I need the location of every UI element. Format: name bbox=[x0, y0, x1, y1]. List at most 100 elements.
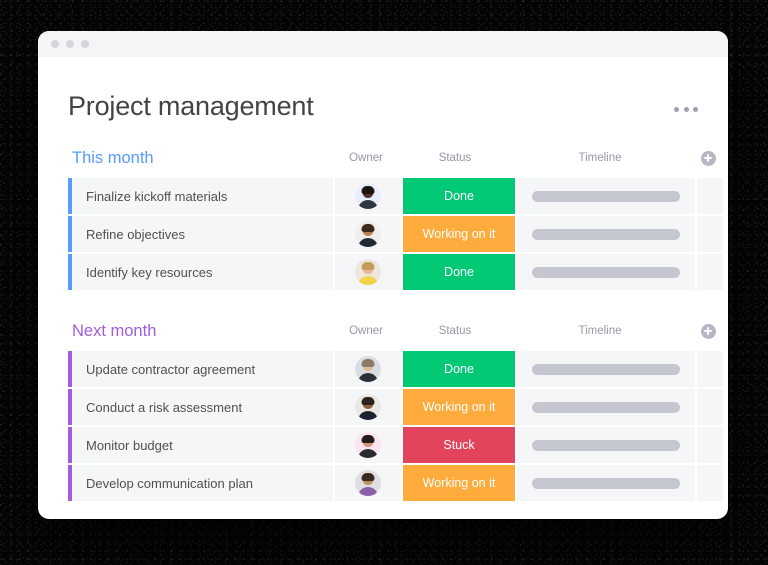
task-name-label: Refine objectives bbox=[86, 226, 185, 242]
task-name-cell[interactable]: Update contractor agreement bbox=[68, 351, 333, 387]
status-badge[interactable]: Working on it bbox=[403, 389, 515, 425]
avatar-hair bbox=[361, 185, 375, 194]
maximize-window-icon[interactable] bbox=[81, 40, 89, 48]
ellipsis-dot bbox=[693, 107, 698, 112]
table-row: Update contractor agreement Done bbox=[68, 351, 723, 387]
ellipsis-dot bbox=[674, 107, 679, 112]
plus-circle-icon[interactable] bbox=[700, 323, 716, 339]
extra-cell bbox=[697, 254, 723, 290]
table-row: Refine objectives Working on it bbox=[68, 216, 723, 252]
avatar-body bbox=[358, 276, 378, 285]
timeline-cell bbox=[517, 178, 695, 214]
avatar-person-7[interactable] bbox=[355, 470, 381, 496]
avatar-person-6[interactable] bbox=[355, 432, 381, 458]
owner-cell bbox=[335, 216, 401, 252]
status-badge[interactable]: Stuck bbox=[403, 427, 515, 463]
timeline-progress-track[interactable] bbox=[532, 439, 680, 451]
owner-cell bbox=[335, 465, 401, 501]
board-page: Project management This month Owner Status… bbox=[38, 57, 728, 519]
browser-window: Project management This month Owner Status… bbox=[38, 31, 728, 519]
task-name-label: Finalize kickoff materials bbox=[86, 188, 228, 204]
column-header-timeline: Timeline bbox=[578, 152, 622, 164]
task-name-cell[interactable]: Develop communication plan bbox=[68, 465, 333, 501]
timeline-cell bbox=[517, 216, 695, 252]
minimize-window-icon[interactable] bbox=[66, 40, 74, 48]
avatar-hair bbox=[361, 396, 375, 405]
task-name-cell[interactable]: Refine objectives bbox=[68, 216, 333, 252]
task-name-cell[interactable]: Conduct a risk assessment bbox=[68, 389, 333, 425]
group-accent-bar bbox=[68, 389, 72, 425]
avatar-hair bbox=[361, 261, 375, 270]
status-badge[interactable]: Done bbox=[403, 254, 515, 290]
avatar-person-5[interactable] bbox=[355, 394, 381, 420]
timeline-cell bbox=[517, 427, 695, 463]
avatar-body bbox=[358, 487, 378, 496]
groups-container: This month Owner Status Timeline Finalize ki… bbox=[68, 147, 723, 501]
ellipsis-dot bbox=[683, 107, 689, 112]
task-name-label: Monitor budget bbox=[86, 437, 173, 453]
avatar-body bbox=[358, 411, 378, 420]
add-column-cell bbox=[689, 323, 727, 339]
column-header-status: Status bbox=[438, 152, 472, 164]
column-header-owner: Owner bbox=[349, 325, 383, 337]
status-label: Working on it bbox=[422, 227, 496, 241]
status-label: Stuck bbox=[443, 438, 475, 452]
board-group: This month Owner Status Timeline Finalize ki… bbox=[68, 147, 723, 290]
avatar-person-2[interactable] bbox=[355, 221, 381, 247]
table-row: Identify key resources Done bbox=[68, 254, 723, 290]
avatar-body bbox=[358, 238, 378, 247]
timeline-cell bbox=[517, 389, 695, 425]
task-name-cell[interactable]: Monitor budget bbox=[68, 427, 333, 463]
task-name-label: Develop communication plan bbox=[86, 475, 253, 491]
timeline-progress-track[interactable] bbox=[532, 477, 680, 489]
timeline-progress-track[interactable] bbox=[532, 401, 680, 413]
owner-cell bbox=[335, 427, 401, 463]
avatar-person-3[interactable] bbox=[355, 259, 381, 285]
avatar-hair bbox=[361, 472, 375, 481]
status-label: Done bbox=[444, 362, 474, 376]
task-name-cell[interactable]: Identify key resources bbox=[68, 254, 333, 290]
status-label: Done bbox=[444, 265, 474, 279]
owner-cell bbox=[335, 351, 401, 387]
timeline-cell bbox=[517, 465, 695, 501]
close-window-icon[interactable] bbox=[51, 40, 59, 48]
status-badge[interactable]: Done bbox=[403, 351, 515, 387]
extra-cell bbox=[697, 178, 723, 214]
extra-cell bbox=[697, 465, 723, 501]
avatar-person-1[interactable] bbox=[355, 183, 381, 209]
status-label: Working on it bbox=[422, 400, 496, 414]
extra-cell bbox=[697, 389, 723, 425]
avatar-person-4[interactable] bbox=[355, 356, 381, 382]
group-accent-bar bbox=[68, 427, 72, 463]
table-row: Monitor budget Stuck bbox=[68, 427, 723, 463]
table-row: Finalize kickoff materials Done bbox=[68, 178, 723, 214]
avatar-body bbox=[358, 449, 378, 458]
board-group: Next month Owner Status Timeline Update cont… bbox=[68, 320, 723, 501]
extra-cell bbox=[697, 427, 723, 463]
task-name-cell[interactable]: Finalize kickoff materials bbox=[68, 178, 333, 214]
extra-cell bbox=[697, 351, 723, 387]
status-badge[interactable]: Working on it bbox=[403, 216, 515, 252]
add-column-cell bbox=[689, 150, 727, 166]
window-titlebar bbox=[38, 31, 728, 57]
table-row: Develop communication plan Working on it bbox=[68, 465, 723, 501]
group-accent-bar bbox=[68, 178, 72, 214]
timeline-progress-track[interactable] bbox=[532, 363, 680, 375]
timeline-cell bbox=[517, 351, 695, 387]
group-accent-bar bbox=[68, 465, 72, 501]
status-badge[interactable]: Done bbox=[403, 178, 515, 214]
group-accent-bar bbox=[68, 254, 72, 290]
timeline-progress-track[interactable] bbox=[532, 266, 680, 278]
page-header: Project management bbox=[68, 57, 700, 122]
group-title[interactable]: This month bbox=[68, 149, 333, 168]
timeline-progress-track[interactable] bbox=[532, 190, 680, 202]
task-name-label: Update contractor agreement bbox=[86, 361, 256, 377]
owner-cell bbox=[335, 254, 401, 290]
status-badge[interactable]: Working on it bbox=[403, 465, 515, 501]
owner-cell bbox=[335, 178, 401, 214]
avatar-hair bbox=[361, 358, 375, 367]
group-title[interactable]: Next month bbox=[68, 322, 333, 341]
timeline-progress-track[interactable] bbox=[532, 228, 680, 240]
ellipsis-horizontal-icon[interactable] bbox=[674, 91, 700, 112]
plus-circle-icon[interactable] bbox=[700, 150, 716, 166]
